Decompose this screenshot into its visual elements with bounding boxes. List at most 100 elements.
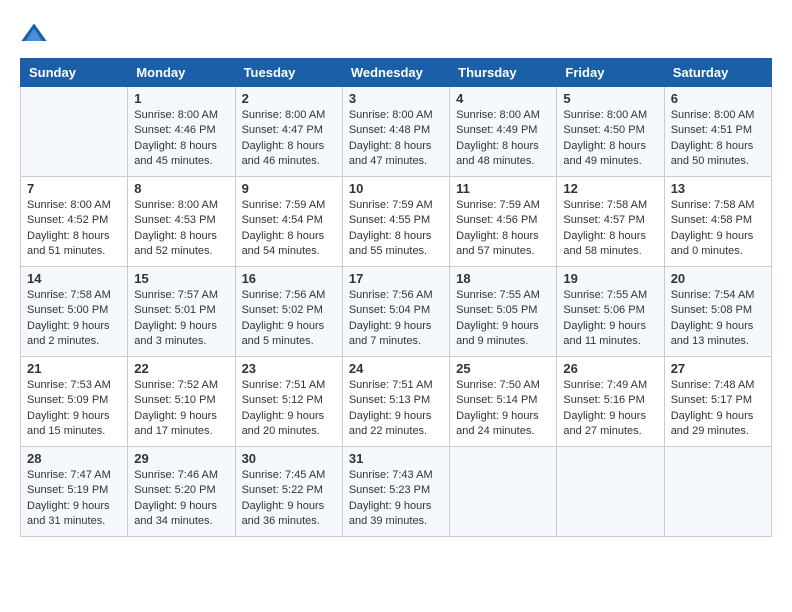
header bbox=[20, 20, 772, 48]
day-info: Sunrise: 7:58 AMSunset: 4:58 PMDaylight:… bbox=[671, 198, 765, 260]
day-number: 9 bbox=[242, 181, 336, 196]
day-number: 20 bbox=[671, 271, 765, 286]
day-info: Sunrise: 7:49 AMSunset: 5:16 PMDaylight:… bbox=[563, 378, 657, 440]
calendar-cell: 2 Sunrise: 8:00 AMSunset: 4:47 PMDaylight… bbox=[235, 87, 342, 177]
day-number: 5 bbox=[563, 91, 657, 106]
weekday-header-row: SundayMondayTuesdayWednesdayThursdayFrid… bbox=[21, 59, 772, 87]
day-number: 12 bbox=[563, 181, 657, 196]
day-info: Sunrise: 7:56 AMSunset: 5:02 PMDaylight:… bbox=[242, 288, 336, 350]
day-number: 26 bbox=[563, 361, 657, 376]
calendar-cell bbox=[21, 87, 128, 177]
day-number: 7 bbox=[27, 181, 121, 196]
calendar-cell: 4Sunrise: 8:00 AMSunset: 4:49 PMDaylight… bbox=[450, 87, 557, 177]
day-info: Sunrise: 7:55 AMSunset: 5:06 PMDaylight:… bbox=[563, 288, 657, 350]
calendar-cell: 24 Sunrise: 7:51 AMSunset: 5:13 PMDayligh… bbox=[342, 357, 449, 447]
day-info: Sunrise: 7:51 AMSunset: 5:12 PMDaylight:… bbox=[242, 378, 336, 440]
day-number: 29 bbox=[134, 451, 228, 466]
calendar-cell: 3 Sunrise: 8:00 AMSunset: 4:48 PMDaylight… bbox=[342, 87, 449, 177]
calendar-cell: 13 Sunrise: 7:58 AMSunset: 4:58 PMDayligh… bbox=[664, 177, 771, 267]
day-number: 31 bbox=[349, 451, 443, 466]
day-number: 11 bbox=[456, 181, 550, 196]
day-number: 15 bbox=[134, 271, 228, 286]
day-info: Sunrise: 8:00 AMSunset: 4:50 PMDaylight:… bbox=[563, 108, 657, 170]
day-info: Sunrise: 8:00 AMSunset: 4:53 PMDaylight:… bbox=[134, 198, 228, 260]
calendar-cell: 27 Sunrise: 7:48 AMSunset: 5:17 PMDayligh… bbox=[664, 357, 771, 447]
day-number: 28 bbox=[27, 451, 121, 466]
day-info: Sunrise: 7:53 AMSunset: 5:09 PMDaylight:… bbox=[27, 378, 121, 440]
calendar-cell: 10 Sunrise: 7:59 AMSunset: 4:55 PMDayligh… bbox=[342, 177, 449, 267]
calendar-cell: 22 Sunrise: 7:52 AMSunset: 5:10 PMDayligh… bbox=[128, 357, 235, 447]
calendar-cell: 15 Sunrise: 7:57 AMSunset: 5:01 PMDayligh… bbox=[128, 267, 235, 357]
calendar-cell: 30 Sunrise: 7:45 AMSunset: 5:22 PMDayligh… bbox=[235, 447, 342, 537]
weekday-header-thursday: Thursday bbox=[450, 59, 557, 87]
day-info: Sunrise: 8:00 AMSunset: 4:52 PMDaylight:… bbox=[27, 198, 121, 260]
day-info: Sunrise: 7:56 AMSunset: 5:04 PMDaylight:… bbox=[349, 288, 443, 350]
day-number: 21 bbox=[27, 361, 121, 376]
calendar-cell: 29 Sunrise: 7:46 AMSunset: 5:20 PMDayligh… bbox=[128, 447, 235, 537]
calendar-cell: 14Sunrise: 7:58 AMSunset: 5:00 PMDayligh… bbox=[21, 267, 128, 357]
day-info: Sunrise: 7:48 AMSunset: 5:17 PMDaylight:… bbox=[671, 378, 765, 440]
weekday-header-sunday: Sunday bbox=[21, 59, 128, 87]
calendar-cell: 6Sunrise: 8:00 AMSunset: 4:51 PMDaylight… bbox=[664, 87, 771, 177]
day-number: 2 bbox=[242, 91, 336, 106]
day-info: Sunrise: 8:00 AMSunset: 4:49 PMDaylight:… bbox=[456, 108, 550, 170]
calendar-cell: 18Sunrise: 7:55 AMSunset: 5:05 PMDayligh… bbox=[450, 267, 557, 357]
day-info: Sunrise: 7:47 AMSunset: 5:19 PMDaylight:… bbox=[27, 468, 121, 530]
day-info: Sunrise: 7:54 AMSunset: 5:08 PMDaylight:… bbox=[671, 288, 765, 350]
calendar-cell: 20 Sunrise: 7:54 AMSunset: 5:08 PMDayligh… bbox=[664, 267, 771, 357]
day-number: 27 bbox=[671, 361, 765, 376]
weekday-header-saturday: Saturday bbox=[664, 59, 771, 87]
day-info: Sunrise: 8:00 AMSunset: 4:48 PMDaylight:… bbox=[349, 108, 443, 170]
calendar-cell: 7 Sunrise: 8:00 AMSunset: 4:52 PMDaylight… bbox=[21, 177, 128, 267]
calendar-cell bbox=[557, 447, 664, 537]
weekday-header-tuesday: Tuesday bbox=[235, 59, 342, 87]
calendar-week-1: 1Sunrise: 8:00 AMSunset: 4:46 PMDaylight… bbox=[21, 87, 772, 177]
weekday-header-monday: Monday bbox=[128, 59, 235, 87]
day-info: Sunrise: 7:45 AMSunset: 5:22 PMDaylight:… bbox=[242, 468, 336, 530]
day-number: 18 bbox=[456, 271, 550, 286]
calendar-cell: 12Sunrise: 7:58 AMSunset: 4:57 PMDayligh… bbox=[557, 177, 664, 267]
day-info: Sunrise: 7:52 AMSunset: 5:10 PMDaylight:… bbox=[134, 378, 228, 440]
calendar-cell: 19 Sunrise: 7:55 AMSunset: 5:06 PMDayligh… bbox=[557, 267, 664, 357]
calendar-cell bbox=[450, 447, 557, 537]
day-number: 3 bbox=[349, 91, 443, 106]
day-info: Sunrise: 7:58 AMSunset: 5:00 PMDaylight:… bbox=[27, 288, 121, 350]
calendar-cell: 23 Sunrise: 7:51 AMSunset: 5:12 PMDayligh… bbox=[235, 357, 342, 447]
calendar-week-5: 28 Sunrise: 7:47 AMSunset: 5:19 PMDayligh… bbox=[21, 447, 772, 537]
calendar-week-4: 21 Sunrise: 7:53 AMSunset: 5:09 PMDayligh… bbox=[21, 357, 772, 447]
day-info: Sunrise: 7:50 AMSunset: 5:14 PMDaylight:… bbox=[456, 378, 550, 440]
day-info: Sunrise: 8:00 AMSunset: 4:47 PMDaylight:… bbox=[242, 108, 336, 170]
calendar-week-3: 14Sunrise: 7:58 AMSunset: 5:00 PMDayligh… bbox=[21, 267, 772, 357]
logo-icon bbox=[20, 20, 48, 48]
calendar-cell: 8 Sunrise: 8:00 AMSunset: 4:53 PMDaylight… bbox=[128, 177, 235, 267]
day-number: 10 bbox=[349, 181, 443, 196]
calendar-table: SundayMondayTuesdayWednesdayThursdayFrid… bbox=[20, 58, 772, 537]
day-info: Sunrise: 7:59 AMSunset: 4:56 PMDaylight:… bbox=[456, 198, 550, 260]
day-info: Sunrise: 7:46 AMSunset: 5:20 PMDaylight:… bbox=[134, 468, 228, 530]
weekday-header-friday: Friday bbox=[557, 59, 664, 87]
calendar-cell: 21 Sunrise: 7:53 AMSunset: 5:09 PMDayligh… bbox=[21, 357, 128, 447]
day-number: 16 bbox=[242, 271, 336, 286]
day-number: 30 bbox=[242, 451, 336, 466]
calendar-cell: 11 Sunrise: 7:59 AMSunset: 4:56 PMDayligh… bbox=[450, 177, 557, 267]
day-info: Sunrise: 7:59 AMSunset: 4:55 PMDaylight:… bbox=[349, 198, 443, 260]
day-number: 19 bbox=[563, 271, 657, 286]
day-number: 8 bbox=[134, 181, 228, 196]
day-info: Sunrise: 8:00 AMSunset: 4:51 PMDaylight:… bbox=[671, 108, 765, 170]
day-info: Sunrise: 8:00 AMSunset: 4:46 PMDaylight:… bbox=[134, 108, 228, 170]
day-info: Sunrise: 7:51 AMSunset: 5:13 PMDaylight:… bbox=[349, 378, 443, 440]
calendar-cell: 17 Sunrise: 7:56 AMSunset: 5:04 PMDayligh… bbox=[342, 267, 449, 357]
day-number: 17 bbox=[349, 271, 443, 286]
day-number: 23 bbox=[242, 361, 336, 376]
day-number: 24 bbox=[349, 361, 443, 376]
calendar-cell: 26 Sunrise: 7:49 AMSunset: 5:16 PMDayligh… bbox=[557, 357, 664, 447]
calendar-cell: 25 Sunrise: 7:50 AMSunset: 5:14 PMDayligh… bbox=[450, 357, 557, 447]
day-number: 13 bbox=[671, 181, 765, 196]
day-number: 25 bbox=[456, 361, 550, 376]
calendar-cell: 16 Sunrise: 7:56 AMSunset: 5:02 PMDayligh… bbox=[235, 267, 342, 357]
calendar-cell: 31Sunrise: 7:43 AMSunset: 5:23 PMDayligh… bbox=[342, 447, 449, 537]
calendar-week-2: 7 Sunrise: 8:00 AMSunset: 4:52 PMDaylight… bbox=[21, 177, 772, 267]
day-info: Sunrise: 7:57 AMSunset: 5:01 PMDaylight:… bbox=[134, 288, 228, 350]
day-number: 22 bbox=[134, 361, 228, 376]
weekday-header-wednesday: Wednesday bbox=[342, 59, 449, 87]
